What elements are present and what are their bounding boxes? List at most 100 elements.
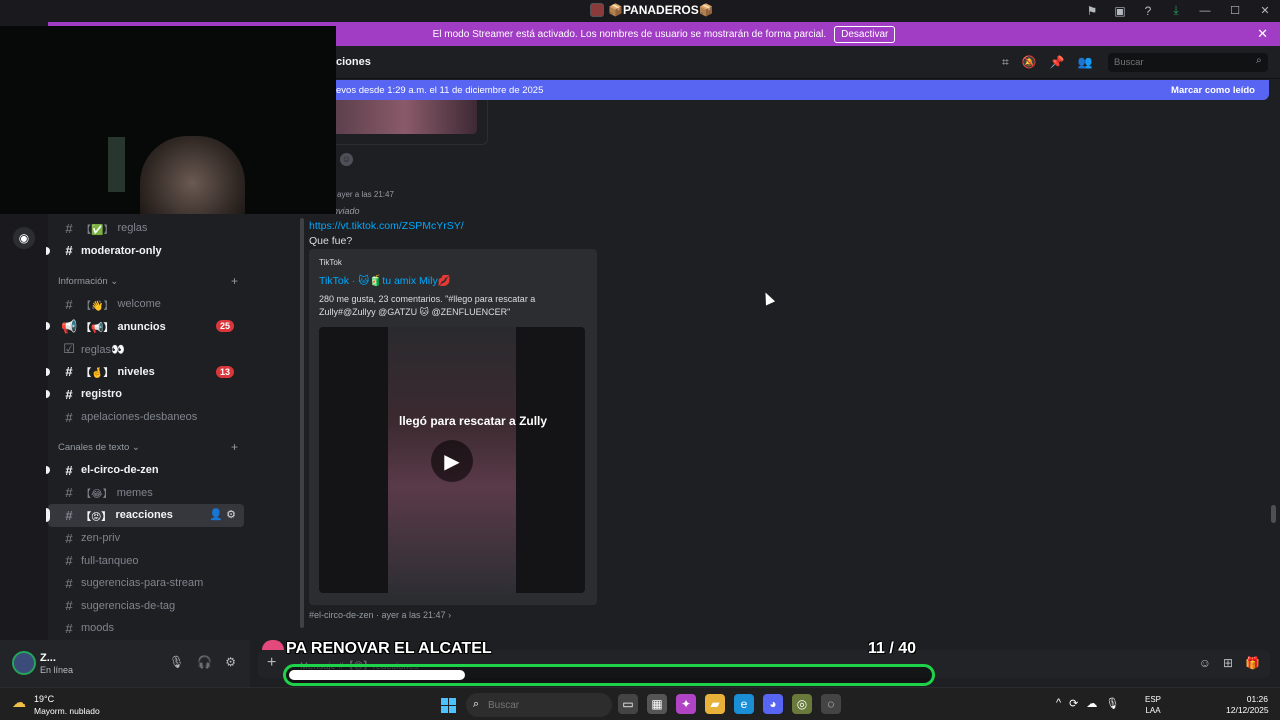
flag-icon[interactable]: ⚑ xyxy=(1078,0,1106,21)
channel-reacciones[interactable]: # 【😡】 reacciones 👤 ⚙ xyxy=(46,504,244,527)
chevron-up-icon[interactable]: ^ xyxy=(1056,697,1061,710)
close-window-button[interactable]: ✕ xyxy=(1250,0,1280,21)
message-text: Que fue? xyxy=(309,235,353,247)
app-icon[interactable]: ◎ xyxy=(792,694,812,714)
channel-zen-priv[interactable]: # zen-priv xyxy=(48,527,244,550)
channel-anuncios[interactable]: 📢 【📢】 anuncios 25 xyxy=(46,315,244,338)
channel-header: ciones ⌗ 🔕 📌 👥 ⌕ xyxy=(250,46,1280,79)
add-channel-icon[interactable]: + xyxy=(231,440,238,454)
sync-icon[interactable]: ⟳ xyxy=(1069,697,1078,710)
weather-icon[interactable]: ☁ xyxy=(12,694,26,711)
search-input[interactable] xyxy=(1108,53,1268,72)
store-icon[interactable]: ▦ xyxy=(647,694,667,714)
channel-registro[interactable]: # registro xyxy=(46,383,244,406)
stream-goal-bar xyxy=(283,664,935,686)
play-icon[interactable]: ▶ xyxy=(431,440,473,482)
stream-goal-fill xyxy=(289,670,465,680)
channel-actions: 👤 ⚙ xyxy=(209,508,236,521)
channel-sugerencias-para-stream[interactable]: # sugerencias-para-stream xyxy=(48,572,244,595)
channel-welcome[interactable]: # 【👋】 welcome xyxy=(48,293,244,316)
message-link[interactable]: https://vt.tiktok.com/ZSPMcYrSY/ xyxy=(309,220,464,232)
members-icon[interactable]: 👥 xyxy=(1078,55,1093,70)
weather-temp[interactable]: 19°C xyxy=(34,694,54,704)
webcam-overlay xyxy=(0,26,336,214)
category-informacion[interactable]: Información ⌄ + xyxy=(48,270,250,293)
embed-video[interactable]: llegó para rescatar a Zully ▶ xyxy=(319,327,585,593)
forward-bar xyxy=(300,218,304,628)
hash-icon: # xyxy=(65,296,73,312)
attachment-image[interactable] xyxy=(333,100,477,134)
clock[interactable]: 01:26 12/12/2025 xyxy=(1226,694,1269,716)
channel-sugerencias-de-tag[interactable]: # sugerencias-de-tag xyxy=(48,595,244,618)
mention-badge: 25 xyxy=(215,320,234,333)
category-label: Información ⌄ xyxy=(58,275,119,287)
channel-apelaciones[interactable]: # apelaciones-desbaneos xyxy=(48,406,244,429)
headphones-icon[interactable]: 🎧 xyxy=(197,655,212,669)
invite-icon[interactable]: 👤 xyxy=(209,509,223,521)
settings-icon[interactable]: ⚙ xyxy=(226,509,236,521)
language-code: ESP xyxy=(1145,695,1162,704)
channel-reglas[interactable]: # 【✅】 reglas xyxy=(48,217,244,240)
maximize-button[interactable]: ☐ xyxy=(1220,0,1250,21)
app-icon[interactable]: ◌ xyxy=(821,694,841,714)
channel-reglas-rules[interactable]: ☑ reglas👀 xyxy=(48,338,244,361)
cloud-icon[interactable]: ☁ xyxy=(1086,697,1097,710)
mark-as-read-button[interactable]: Marcar como leído xyxy=(1171,85,1255,96)
category-canales-de-texto[interactable]: Canales de texto ⌄ + xyxy=(48,436,250,459)
webcam-background xyxy=(108,137,125,192)
add-channel-icon[interactable]: + xyxy=(231,274,238,288)
stream-goal-count: 11 / 40 xyxy=(868,640,917,657)
channel-el-circo-de-zen[interactable]: # el-circo-de-zen xyxy=(46,459,244,482)
emoji-icon[interactable]: ☺ xyxy=(1199,656,1211,670)
task-view-icon[interactable]: ▭ xyxy=(618,694,638,714)
window-title-text: 📦PANADEROS📦 xyxy=(608,3,714,17)
copilot-icon[interactable]: ✦ xyxy=(676,694,696,714)
taskbar-search[interactable] xyxy=(466,693,612,717)
plus-icon[interactable]: + xyxy=(267,654,276,672)
microphone-icon[interactable]: 🎙 xyxy=(1105,697,1119,710)
user-status: En línea xyxy=(40,665,74,675)
channel-moderator-only[interactable]: # moderator-only xyxy=(46,240,244,263)
new-messages-bar[interactable]: evos desde 1:29 a.m. el 11 de diciembre … xyxy=(318,80,1269,100)
pin-icon[interactable]: 📌 xyxy=(1050,55,1065,70)
channel-name: reacciones xyxy=(115,509,173,522)
embed-title[interactable]: TikTok · 🐱🧃tu amix Mily💋 xyxy=(319,274,451,287)
discover-icon[interactable]: ◉ xyxy=(13,227,35,249)
apps-icon[interactable]: ⊞ xyxy=(1223,656,1233,670)
download-icon[interactable]: ⤓ xyxy=(1162,0,1190,21)
channel-memes[interactable]: # 【😂】 memes xyxy=(48,482,244,505)
mute-icon[interactable]: 🔕 xyxy=(1022,55,1037,70)
channel-full-tanqueo[interactable]: # full-tanqueo xyxy=(48,549,244,572)
category-label: Canales de texto ⌄ xyxy=(58,442,140,454)
discord-icon[interactable]: ◕ xyxy=(763,694,783,714)
add-reaction-icon[interactable]: ☺ xyxy=(340,153,353,166)
file-explorer-icon[interactable]: ▰ xyxy=(705,694,725,714)
embed-provider[interactable]: TikTok xyxy=(319,258,342,267)
help-icon[interactable]: ? xyxy=(1134,0,1162,21)
language-indicator[interactable]: ESP LAA xyxy=(1145,694,1161,716)
disable-streamer-button[interactable]: Desactivar xyxy=(834,25,896,43)
settings-icon[interactable]: ⚙ xyxy=(225,655,236,669)
edge-icon[interactable]: e xyxy=(734,694,754,714)
channel-emoji: 【😂】 xyxy=(81,489,113,501)
forward-source[interactable]: #el-circo-de-zen · ayer a las 21:47 › xyxy=(309,610,451,620)
scrollbar[interactable] xyxy=(1271,505,1276,523)
banner-close-icon[interactable]: ✕ xyxy=(1257,26,1268,42)
minimize-button[interactable]: — xyxy=(1190,0,1220,21)
weather-desc[interactable]: Mayorm. nublado xyxy=(34,706,100,716)
taskbar: ☁ 19°C Mayorm. nublado ⌕ ▭ ▦ ✦ ▰ e ◕ ◎ ◌… xyxy=(0,687,1280,720)
inbox-icon[interactable]: ▣ xyxy=(1106,0,1134,21)
channel-niveles[interactable]: # 【🤞】 niveles 13 xyxy=(46,361,244,384)
threads-icon[interactable]: ⌗ xyxy=(1002,55,1009,70)
gift-icon[interactable]: 🎁 xyxy=(1245,656,1260,670)
avatar[interactable] xyxy=(12,651,36,675)
channel-name: el-circo-de-zen xyxy=(81,464,159,477)
start-button[interactable] xyxy=(441,698,456,713)
channel-emoji: 【🤞】 xyxy=(81,368,114,380)
rules-icon: ☑ xyxy=(63,341,75,357)
username[interactable]: Z... xyxy=(40,652,56,664)
microphone-icon[interactable]: 🎙 xyxy=(169,655,184,669)
channel-name: anuncios xyxy=(117,320,166,333)
channel-name: full-tanqueo xyxy=(81,554,139,567)
channel-moods[interactable]: # moods xyxy=(48,617,244,640)
